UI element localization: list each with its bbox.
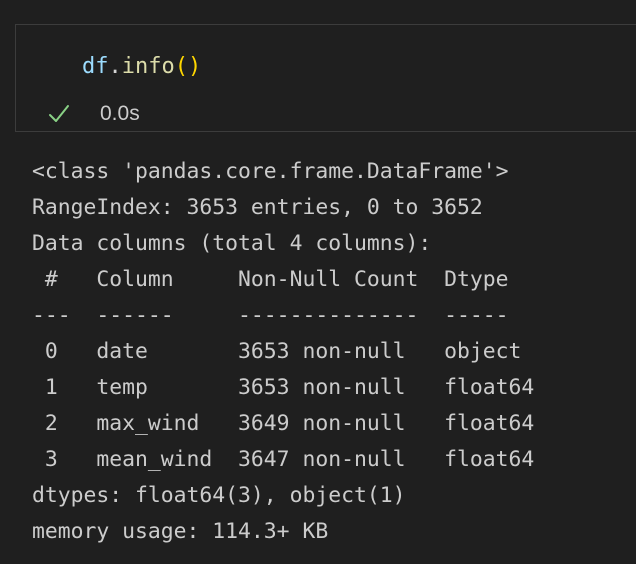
execution-status: 0.0s: [46, 101, 140, 127]
output-line: RangeIndex: 3653 entries, 0 to 3652: [32, 195, 483, 220]
check-icon: [49, 105, 69, 122]
output-line: 0 date 3653 non-null object: [32, 339, 522, 364]
output-line: <class 'pandas.core.frame.DataFrame'>: [32, 159, 509, 184]
output-line: 3 mean_wind 3647 non-null float64: [32, 447, 535, 472]
execution-time: 0.0s: [100, 102, 140, 125]
code-cell[interactable]: df.info() 0.0s: [15, 24, 636, 132]
output-line: Data columns (total 4 columns):: [32, 231, 432, 256]
code-token-method: info: [121, 54, 175, 79]
code-token-object: df: [82, 54, 109, 79]
output-line: 1 temp 3653 non-null float64: [32, 375, 535, 400]
code-editor[interactable]: df.info(): [82, 53, 201, 81]
output-line: dtypes: float64(3), object(1): [32, 483, 406, 508]
output-line: --- ------ -------------- -----: [32, 303, 509, 328]
output-line: memory usage: 114.3+ KB: [32, 519, 329, 544]
output-line: 2 max_wind 3649 non-null float64: [32, 411, 535, 436]
code-token-parens: (): [174, 54, 202, 79]
code-token-dot: .: [108, 54, 122, 79]
cell-output: <class 'pandas.core.frame.DataFrame'> Ran…: [32, 154, 534, 550]
output-line: # Column Non-Null Count Dtype: [32, 267, 509, 292]
